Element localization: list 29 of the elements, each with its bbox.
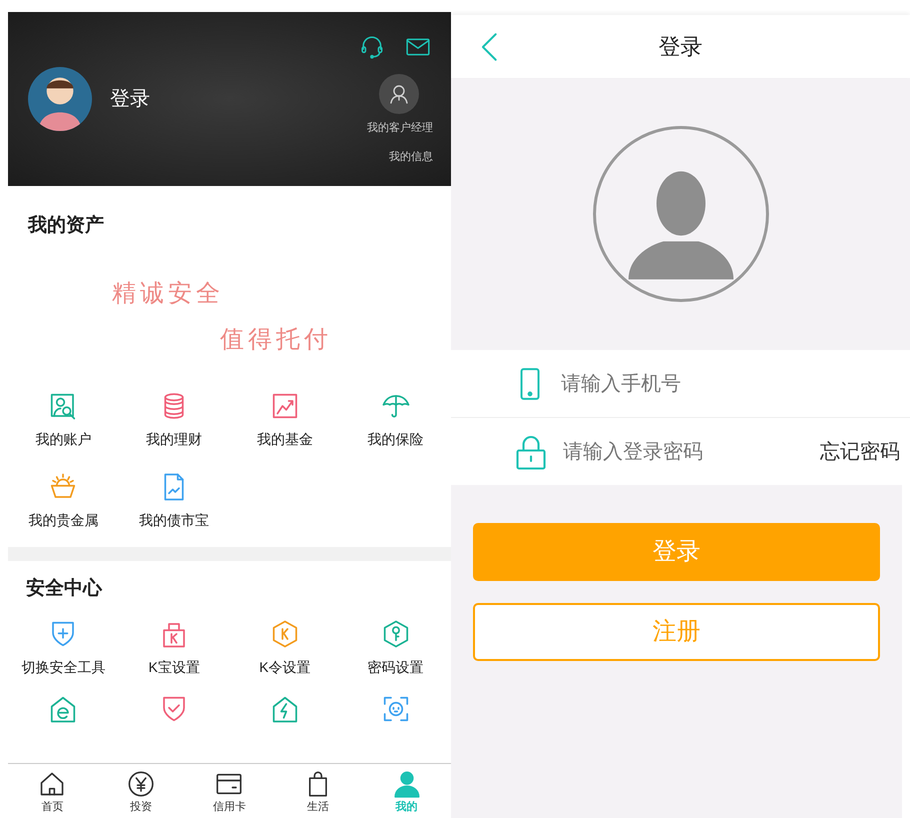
headset-icon[interactable] <box>359 34 385 60</box>
tab-bar-item[interactable]: 生活 <box>274 770 362 815</box>
menu-item[interactable]: 我的保险 <box>368 428 424 450</box>
tab-bar-item[interactable]: 首页 <box>8 770 97 815</box>
person-icon <box>392 770 422 798</box>
menu-item[interactable]: 我的账户 <box>35 428 92 450</box>
menu-item[interactable]: 切换安全工具 <box>21 657 106 678</box>
slogan-text: 值得托付 <box>220 324 333 354</box>
section-title: 安全中心 <box>25 576 104 600</box>
page-title: 登录 <box>658 33 702 61</box>
tab-bar-item[interactable]: 投资 <box>96 770 186 815</box>
login-link[interactable]: 登录 <box>110 84 150 114</box>
forgot-password-link[interactable]: 忘记密码 <box>820 436 900 466</box>
manager-link[interactable]: 我的客户经理 <box>367 120 433 136</box>
info-link[interactable]: 我的信息 <box>389 148 433 165</box>
manager-button[interactable] <box>379 74 419 114</box>
section-title: 我的资产 <box>26 214 105 238</box>
slogan-text: 精诚安全 <box>112 278 225 308</box>
menu-item[interactable]: 我的理财 <box>146 428 202 450</box>
menu-item[interactable]: 我的债市宝 <box>139 510 210 530</box>
menu-item[interactable]: 我的基金 <box>256 428 313 450</box>
input-field[interactable]: 请输入手机号 <box>561 368 900 398</box>
menu-item[interactable]: 我的贵金属 <box>28 510 98 530</box>
menu-item[interactable]: 密码设置 <box>368 657 424 678</box>
tab-bar-item[interactable]: 信用卡 <box>185 770 274 815</box>
menu-item[interactable]: K令设置 <box>259 657 311 678</box>
yen-icon <box>126 770 156 798</box>
menu-item[interactable]: K宝设置 <box>148 657 200 678</box>
input-field[interactable]: 请输入登录密码 <box>563 436 820 466</box>
